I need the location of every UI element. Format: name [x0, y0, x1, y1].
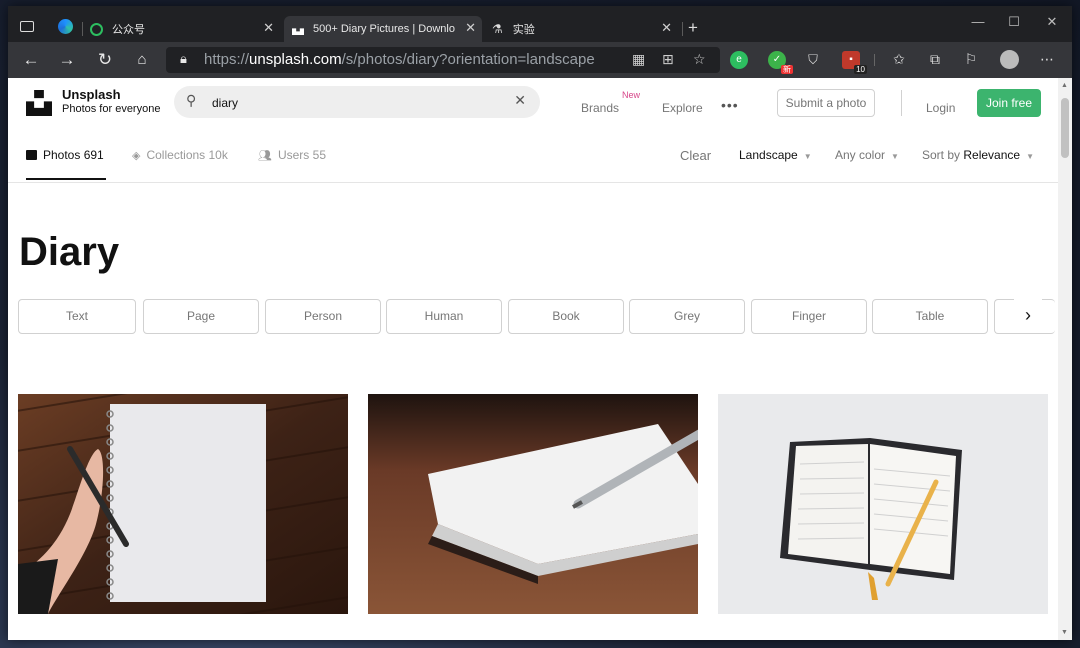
- related-chip[interactable]: Page: [143, 299, 259, 334]
- nav-brands[interactable]: Brands: [581, 101, 619, 115]
- browser-window: 公众号 ✕ 500+ Diary Pictures | Download Fre…: [8, 6, 1072, 640]
- page-content: Unsplash Photos for everyone ⚲ ✕ Brands …: [8, 78, 1058, 640]
- maximize-icon[interactable]: ☐: [1004, 14, 1024, 30]
- caret-down-icon: ▼: [803, 152, 812, 161]
- new-badge: New: [622, 90, 641, 100]
- orientation-dropdown[interactable]: Landscape ▼: [739, 148, 812, 162]
- collections-toolbar-icon[interactable]: ⧉: [926, 51, 944, 68]
- feedback-icon[interactable]: ⚐: [962, 51, 980, 68]
- scrollbar[interactable]: ▲ ▼: [1058, 78, 1072, 640]
- photo-icon: [26, 150, 37, 160]
- login-link[interactable]: Login: [926, 101, 955, 115]
- back-icon[interactable]: ←: [20, 49, 42, 71]
- reload-icon[interactable]: ↻: [94, 49, 116, 71]
- tab-experiment[interactable]: ⚗ 实验 ✕: [486, 16, 678, 42]
- site-tagline: Photos for everyone: [62, 103, 161, 115]
- edge-icon[interactable]: [58, 19, 73, 34]
- active-tab-indicator: [26, 178, 106, 180]
- tab-label: 公众号: [112, 24, 145, 36]
- nav-explore[interactable]: Explore: [662, 101, 703, 115]
- evernote-icon[interactable]: e: [730, 51, 748, 69]
- search-bar[interactable]: ⚲ ✕: [174, 86, 540, 118]
- shield-ext-icon[interactable]: ⛉: [804, 51, 822, 69]
- address-toolbar: ← → ↻ ⌂ 🔒︎ https://unsplash.com/s/photos…: [8, 42, 1072, 78]
- open-notebook-pen-photo[interactable]: [368, 394, 698, 614]
- home-icon[interactable]: ⌂: [131, 49, 153, 71]
- star-icon[interactable]: ☆: [693, 51, 706, 68]
- related-chip[interactable]: Human: [386, 299, 502, 334]
- tab-label: 500+ Diary Pictures | Download Free Imag…: [313, 23, 455, 35]
- counter-ext-icon[interactable]: ▪ 10: [842, 51, 867, 74]
- tab-photos[interactable]: Photos 691: [26, 148, 104, 162]
- favorites-icon[interactable]: ✩: [890, 51, 908, 68]
- clear-filters-link[interactable]: Clear: [680, 148, 711, 163]
- tab-wechat[interactable]: 公众号 ✕: [88, 16, 280, 42]
- tab-actions-icon[interactable]: [20, 21, 34, 32]
- collections-icon: ◈: [132, 149, 141, 162]
- search-input[interactable]: [210, 92, 504, 114]
- forward-icon[interactable]: →: [56, 49, 78, 71]
- planner-pencil-photo[interactable]: [718, 394, 1048, 614]
- users-icon: 👥︎: [258, 149, 272, 162]
- filter-bar: Photos 691 ◈ Collections 10k 👥︎ Users 55…: [8, 130, 1058, 183]
- url-text[interactable]: https://unsplash.com/s/photos/diary?orie…: [204, 51, 595, 68]
- close-window-icon[interactable]: ✕: [1042, 14, 1062, 30]
- related-chip[interactable]: Text: [18, 299, 136, 334]
- scroll-down-icon[interactable]: ▼: [1061, 629, 1068, 636]
- sort-dropdown[interactable]: Sort by Relevance ▼: [922, 148, 1034, 162]
- address-bar[interactable]: 🔒︎ https://unsplash.com/s/photos/diary?o…: [166, 47, 720, 73]
- search-icon[interactable]: ⚲: [186, 92, 196, 109]
- unsplash-icon: [292, 28, 304, 35]
- tab-bar: 公众号 ✕ 500+ Diary Pictures | Download Fre…: [8, 6, 1072, 42]
- page-title: Diary: [19, 230, 120, 274]
- notebook-on-wood-photo[interactable]: [18, 394, 348, 614]
- tab-unsplash[interactable]: 500+ Diary Pictures | Download Free Imag…: [284, 16, 482, 42]
- caret-down-icon: ▼: [891, 152, 899, 161]
- scroll-up-icon[interactable]: ▲: [1061, 82, 1068, 89]
- new-tab-button[interactable]: +: [688, 18, 698, 38]
- related-chip[interactable]: Person: [265, 299, 381, 334]
- more-icon[interactable]: •••: [721, 97, 739, 113]
- chevron-right-icon[interactable]: ›: [1014, 299, 1042, 332]
- qr-icon[interactable]: ⊞: [662, 51, 674, 68]
- related-chip[interactable]: Book: [508, 299, 624, 334]
- related-chip[interactable]: Grey: [629, 299, 745, 334]
- minimize-icon[interactable]: —: [968, 14, 988, 29]
- more-menu-icon[interactable]: ⋯: [1038, 51, 1056, 68]
- close-icon[interactable]: ✕: [263, 20, 274, 36]
- color-dropdown[interactable]: Any color ▼: [835, 148, 899, 162]
- related-chip[interactable]: Finger: [751, 299, 867, 334]
- scroll-thumb[interactable]: [1061, 98, 1069, 158]
- unsplash-logo[interactable]: [26, 90, 52, 116]
- clear-search-icon[interactable]: ✕: [514, 92, 526, 109]
- close-icon[interactable]: ✕: [465, 20, 476, 36]
- submit-photo-button[interactable]: Submit a photo: [777, 89, 875, 117]
- join-free-button[interactable]: Join free: [977, 89, 1041, 117]
- wechat-ext-icon[interactable]: ✓ 新: [768, 51, 793, 74]
- related-chip[interactable]: Table: [872, 299, 988, 334]
- apps-icon[interactable]: ▦: [632, 51, 645, 68]
- close-icon[interactable]: ✕: [661, 20, 672, 36]
- lock-icon: 🔒︎: [180, 51, 187, 66]
- caret-down-icon: ▼: [1026, 152, 1034, 161]
- site-name[interactable]: Unsplash: [62, 87, 121, 102]
- tab-label: 实验: [512, 24, 535, 36]
- tab-users[interactable]: 👥︎ Users 55: [258, 148, 326, 162]
- profile-avatar[interactable]: [1000, 50, 1019, 69]
- divider: [901, 90, 902, 116]
- tab-collections[interactable]: ◈ Collections 10k: [132, 148, 228, 162]
- flask-icon: ⚗: [492, 22, 503, 36]
- wechat-icon: [90, 22, 103, 36]
